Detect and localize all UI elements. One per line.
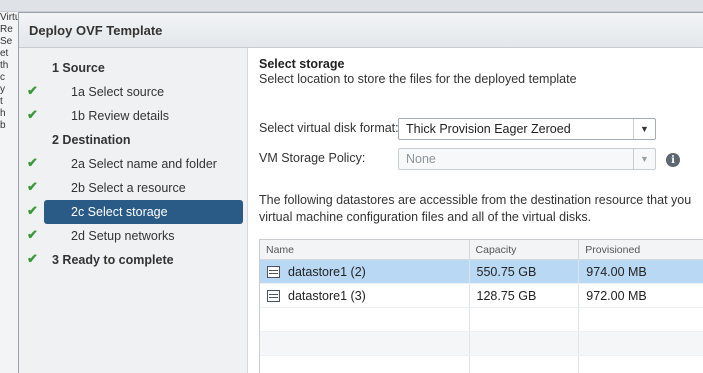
checkmark-icon: ✔: [27, 107, 38, 122]
chevron-down-icon[interactable]: ▼: [633, 119, 655, 139]
content-pane: Select storage Select location to store …: [248, 48, 703, 373]
empty-cell: [579, 308, 703, 331]
description-line: virtual machine configuration files and …: [259, 210, 592, 224]
edge-fragment: th: [0, 60, 9, 71]
table-cell-name: datastore1 (2): [260, 260, 470, 283]
nav-item-label: 2b Select a resource: [71, 181, 186, 195]
background-toolbar: [0, 0, 703, 12]
edge-fragment: Se: [0, 36, 13, 47]
dialog-title: Deploy OVF Template: [29, 22, 163, 38]
dialog-body: 1 Source ✔ 1a Select source ✔ 1b Review …: [19, 48, 703, 373]
datastore-name: datastore1 (2): [288, 264, 366, 279]
background-edge-text: Virtual Re Se et th c y t h b: [0, 12, 18, 373]
nav-item-label: 3 Ready to complete: [52, 253, 174, 267]
disk-format-select[interactable]: Thick Provision Eager Zeroed ▼: [398, 118, 656, 140]
empty-cell: [579, 356, 703, 373]
column-header-name[interactable]: Name: [260, 240, 470, 259]
storage-policy-select: None ▼: [398, 148, 656, 170]
datastore-icon: [267, 265, 280, 278]
empty-cell: [579, 332, 703, 355]
table-cell-name: datastore1 (3): [260, 284, 470, 307]
empty-cell: [470, 356, 580, 373]
nav-item-select-resource[interactable]: ✔ 2b Select a resource: [19, 176, 247, 200]
table-cell-capacity: 550.75 GB: [470, 260, 580, 283]
table-header: Name Capacity Provisioned: [260, 240, 703, 260]
dialog-titlebar[interactable]: Deploy OVF Template: [19, 13, 703, 48]
column-header-capacity[interactable]: Capacity: [470, 240, 580, 259]
page-subtitle: Select location to store the files for t…: [259, 72, 577, 86]
wizard-nav: 1 Source ✔ 1a Select source ✔ 1b Review …: [19, 48, 248, 373]
edge-fragment: c: [0, 72, 5, 83]
empty-cell: [470, 332, 580, 355]
info-icon[interactable]: i: [666, 153, 680, 167]
disk-format-row: Select virtual disk format:: [259, 121, 399, 135]
nav-item-label: 1b Review details: [71, 109, 169, 123]
datastore-description: The following datastores are accessible …: [259, 192, 703, 226]
checkmark-icon: ✔: [27, 179, 38, 194]
table-cell-provisioned: 972.00 MB: [579, 284, 703, 307]
table-row[interactable]: datastore1 (2) 550.75 GB 974.00 MB: [260, 260, 703, 284]
policy-value: None: [406, 152, 436, 166]
policy-row: VM Storage Policy:: [259, 151, 365, 165]
checkmark-icon: ✔: [27, 203, 38, 218]
edge-fragment: Re: [0, 24, 13, 35]
edge-fragment: y: [0, 84, 5, 95]
nav-item-label: 1 Source: [52, 61, 105, 75]
datastore-name: datastore1 (3): [288, 288, 366, 303]
page-title: Select storage: [259, 57, 345, 71]
table-cell-capacity: 128.75 GB: [470, 284, 580, 307]
disk-format-value: Thick Provision Eager Zeroed: [406, 122, 571, 136]
nav-item-destination[interactable]: 2 Destination: [19, 128, 247, 152]
table-cell-provisioned: 974.00 MB: [579, 260, 703, 283]
nav-item-select-storage[interactable]: ✔ 2c Select storage: [27, 200, 243, 224]
empty-row: [260, 356, 703, 373]
empty-row: [260, 332, 703, 356]
nav-item-label: 2a Select name and folder: [71, 157, 217, 171]
table-row[interactable]: datastore1 (3) 128.75 GB 972.00 MB: [260, 284, 703, 308]
chevron-down-icon: ▼: [633, 149, 655, 169]
nav-item-review-details[interactable]: ✔ 1b Review details: [19, 104, 247, 128]
nav-item-label: 2d Setup networks: [71, 229, 175, 243]
edge-fragment: b: [0, 120, 6, 131]
edge-fragment: h: [0, 108, 6, 119]
checkmark-icon: ✔: [27, 155, 38, 170]
nav-item-label: 2c Select storage: [71, 205, 168, 219]
nav-item-select-source[interactable]: ✔ 1a Select source: [19, 80, 247, 104]
deploy-ovf-dialog: Deploy OVF Template 1 Source ✔ 1a Select…: [18, 12, 703, 373]
empty-cell: [260, 332, 470, 355]
column-header-provisioned[interactable]: Provisioned: [579, 240, 703, 259]
policy-label: VM Storage Policy:: [259, 151, 366, 165]
nav-item-ready-to-complete[interactable]: ✔ 3 Ready to complete: [19, 248, 247, 272]
datastore-icon: [267, 289, 280, 302]
checkmark-icon: ✔: [27, 227, 38, 242]
nav-item-source[interactable]: 1 Source: [19, 56, 247, 80]
edge-fragment: et: [0, 48, 9, 59]
empty-row: [260, 308, 703, 332]
datastore-table: Name Capacity Provisioned datastore1 (2)…: [259, 239, 703, 373]
checkmark-icon: ✔: [27, 83, 38, 98]
nav-item-select-name-folder[interactable]: ✔ 2a Select name and folder: [19, 152, 247, 176]
empty-cell: [260, 308, 470, 331]
disk-format-label: Select virtual disk format:: [259, 121, 399, 135]
empty-cell: [260, 356, 470, 373]
empty-cell: [470, 308, 580, 331]
nav-item-label: 2 Destination: [52, 133, 131, 147]
edge-fragment: Virtual: [0, 12, 18, 23]
edge-fragment: t: [0, 96, 3, 107]
checkmark-icon: ✔: [27, 251, 38, 266]
description-line: The following datastores are accessible …: [259, 193, 692, 207]
nav-item-setup-networks[interactable]: ✔ 2d Setup networks: [19, 224, 247, 248]
